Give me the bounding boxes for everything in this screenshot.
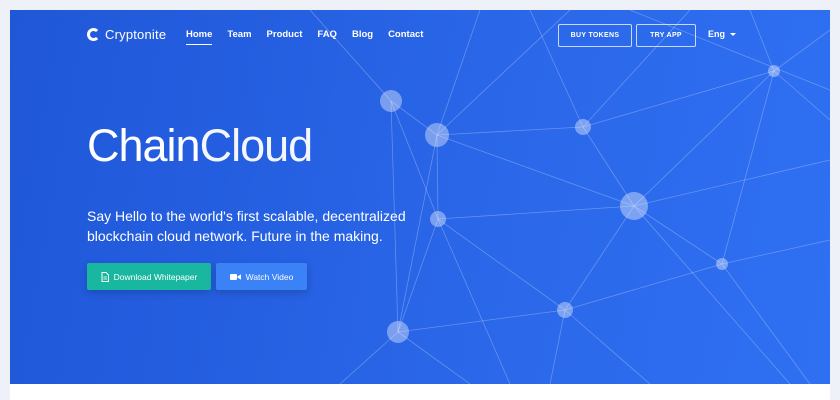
nav-item-blog[interactable]: Blog: [352, 29, 373, 44]
brand-logo[interactable]: Cryptonite: [87, 27, 166, 42]
hero-title-part2: Cloud: [199, 120, 314, 171]
watch-video-button[interactable]: Watch Video: [216, 263, 307, 290]
brand-name: Cryptonite: [105, 27, 167, 42]
hero-subtitle: Say Hello to the world's first scalable,…: [87, 208, 406, 244]
language-label: Eng: [708, 29, 725, 39]
chevron-down-icon: [730, 32, 736, 36]
language-selector[interactable]: Eng: [708, 29, 736, 39]
nav-item-contact[interactable]: Contact: [388, 29, 423, 44]
top-navigation: Cryptonite Home Team Product FAQ Blog Co…: [10, 10, 830, 60]
document-icon: [101, 271, 109, 282]
main-menu: Home Team Product FAQ Blog Contact: [186, 29, 438, 45]
nav-item-home[interactable]: Home: [186, 29, 213, 45]
hero-title-part1: Chain: [87, 120, 201, 171]
buy-tokens-button[interactable]: BUY TOKENS: [558, 24, 632, 47]
hero-section: Cryptonite Home Team Product FAQ Blog Co…: [10, 10, 830, 384]
download-whitepaper-label: Download Whitepaper: [113, 271, 198, 282]
nav-item-product[interactable]: Product: [267, 29, 303, 44]
nav-item-faq[interactable]: FAQ: [317, 29, 337, 44]
video-camera-icon: [229, 273, 241, 281]
nav-item-team[interactable]: Team: [227, 29, 251, 44]
download-whitepaper-button[interactable]: Download Whitepaper: [87, 263, 211, 290]
content-below-fold: [10, 384, 830, 400]
c-logo-icon: [87, 28, 100, 41]
watch-video-label: Watch Video: [245, 271, 294, 282]
hero-title: ChainCloud: [87, 120, 314, 172]
network-graph-decoration: [309, 10, 830, 384]
try-app-button[interactable]: TRY APP: [636, 24, 696, 47]
